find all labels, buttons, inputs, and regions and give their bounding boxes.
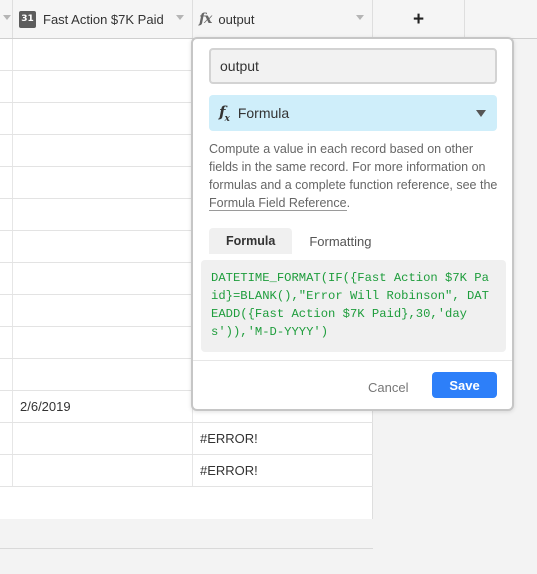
row-selector[interactable] (0, 359, 13, 390)
row-selector[interactable] (0, 263, 13, 294)
row-selector[interactable] (0, 135, 13, 166)
save-button[interactable]: Save (432, 372, 497, 398)
row-selector[interactable] (0, 391, 13, 422)
cell-fast-action-paid[interactable] (13, 135, 193, 166)
cell-fast-action-paid[interactable] (13, 167, 193, 198)
cell-fast-action-paid[interactable] (13, 103, 193, 134)
chevron-down-icon (3, 15, 11, 20)
dropdown-arrow-icon (476, 110, 486, 117)
row-selector[interactable] (0, 327, 13, 358)
cell-output[interactable]: #ERROR! (193, 455, 373, 486)
column-header-label: Fast Action $7K Paid (43, 11, 164, 27)
plus-icon: + (412, 8, 425, 30)
date-icon: 31 (19, 10, 36, 28)
row-selector[interactable] (0, 71, 13, 102)
cell-fast-action-paid[interactable] (13, 327, 193, 358)
row-selector[interactable] (0, 199, 13, 230)
formula-reference-link[interactable]: Formula Field Reference (209, 196, 347, 211)
cell-output[interactable]: #ERROR! (193, 423, 373, 454)
cell-fast-action-paid[interactable] (13, 199, 193, 230)
description-text: Compute a value in each record based on … (209, 142, 498, 192)
field-editor-popup: fx Formula Compute a value in each recor… (191, 37, 514, 411)
formula-editor[interactable]: DATETIME_FORMAT(IF({Fast Action $7K Paid… (201, 260, 506, 352)
tab-formatting[interactable]: Formatting (292, 228, 388, 254)
grid-header: 31 Fast Action $7K Paid fx output + (0, 0, 537, 39)
field-type-label: Formula (237, 105, 290, 121)
chevron-down-icon[interactable] (176, 15, 184, 20)
description-end: . (346, 196, 351, 210)
table-row[interactable]: #ERROR! (0, 455, 373, 487)
row-selector[interactable] (0, 295, 13, 326)
field-name-input[interactable] (209, 48, 497, 84)
row-selector[interactable] (0, 39, 13, 70)
cell-fast-action-paid[interactable] (13, 295, 193, 326)
cell-fast-action-paid[interactable] (13, 359, 193, 390)
header-row-selector[interactable] (0, 0, 13, 38)
divider (0, 548, 373, 549)
formula-icon: fx (219, 102, 230, 124)
cell-fast-action-paid[interactable] (13, 39, 193, 70)
column-header-output[interactable]: fx output (193, 0, 373, 38)
row-selector[interactable] (0, 167, 13, 198)
cell-fast-action-paid[interactable]: 2/6/2019 (13, 391, 193, 422)
cell-fast-action-paid[interactable] (13, 455, 193, 486)
cancel-button[interactable]: Cancel (368, 375, 408, 399)
cell-fast-action-paid[interactable] (13, 263, 193, 294)
column-header-label: output (218, 11, 255, 27)
row-selector[interactable] (0, 423, 13, 454)
add-column-button[interactable]: + (373, 0, 465, 38)
cell-fast-action-paid[interactable] (13, 71, 193, 102)
row-selector[interactable] (0, 103, 13, 134)
chevron-down-icon[interactable] (356, 15, 364, 20)
formula-icon: fx (199, 11, 212, 27)
divider (193, 360, 512, 361)
row-selector[interactable] (0, 231, 13, 262)
field-type-select[interactable]: fx Formula (209, 95, 497, 131)
row-selector[interactable] (0, 455, 13, 486)
editor-tabs: Formula Formatting (209, 228, 388, 254)
tab-formula[interactable]: Formula (209, 228, 293, 254)
field-type-description: Compute a value in each record based on … (209, 140, 499, 212)
cell-fast-action-paid[interactable] (13, 423, 193, 454)
table-row[interactable]: #ERROR! (0, 423, 373, 455)
cell-fast-action-paid[interactable] (13, 231, 193, 262)
column-header-fast-action-paid[interactable]: 31 Fast Action $7K Paid (13, 0, 193, 38)
